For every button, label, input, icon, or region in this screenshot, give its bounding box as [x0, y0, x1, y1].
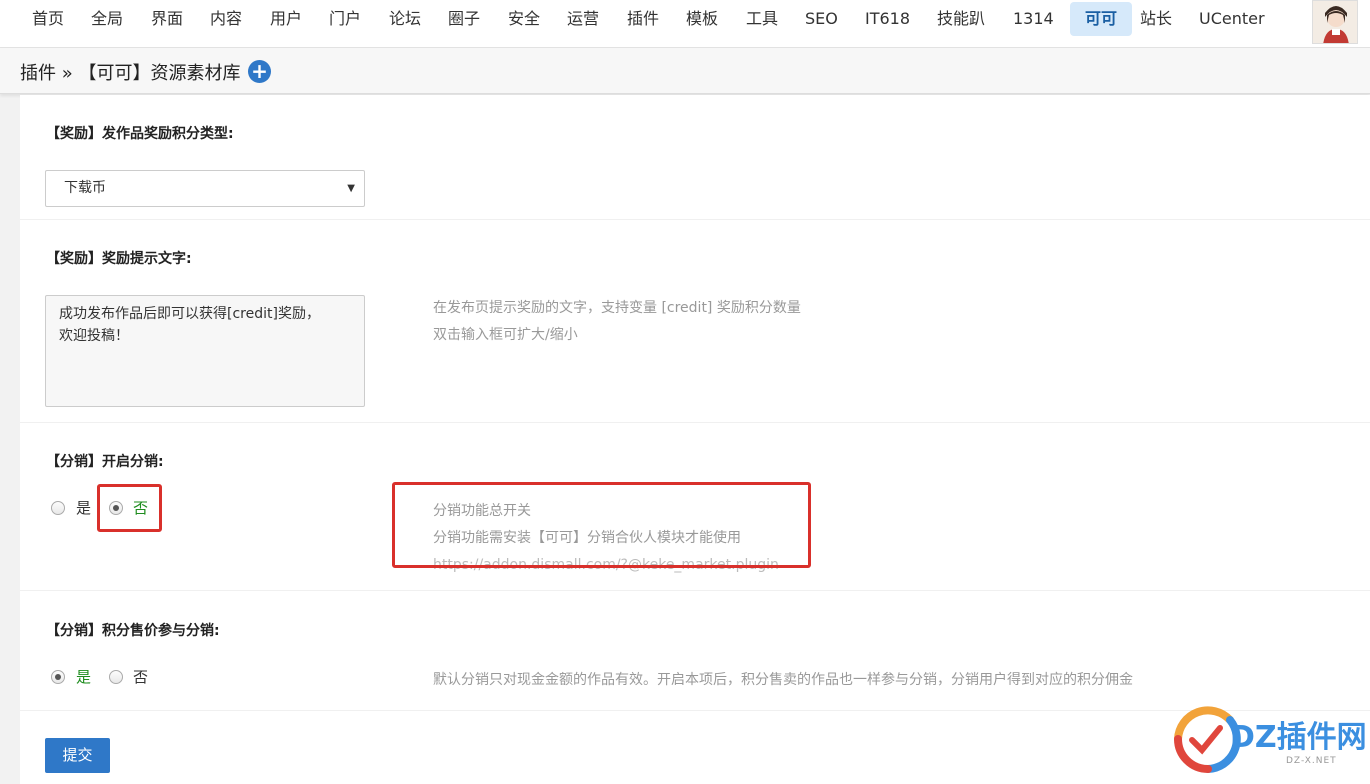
credit-distribution-no-label[interactable]: 否	[133, 666, 148, 687]
reward-type-title: 【奖励】发作品奖励积分类型:	[46, 126, 234, 142]
reward-text-hint-2: 双击输入框可扩大/缩小	[433, 327, 578, 343]
submit-button[interactable]: 提交	[45, 738, 110, 773]
settings-panel: 【奖励】发作品奖励积分类型: 下载币 ▼ 【奖励】奖励提示文字: 成功发布作品后…	[20, 95, 1370, 784]
nav-item-interface[interactable]: 界面	[141, 2, 193, 36]
highlight-box	[97, 484, 162, 532]
nav-item-content[interactable]: 内容	[200, 2, 252, 36]
chevron-down-icon: ▼	[347, 183, 355, 194]
nav-item-templates[interactable]: 模板	[676, 2, 728, 36]
nav-item-jinengpa[interactable]: 技能趴	[927, 2, 995, 36]
top-navigation: 首页 全局 界面 内容 用户 门户 论坛 圈子 安全 运营 插件 模板 工具 S…	[0, 0, 1370, 48]
nav-item-operations[interactable]: 运营	[557, 2, 609, 36]
reward-text-textarea[interactable]: 成功发布作品后即可以获得[credit]奖励， 欢迎投稿！	[45, 295, 365, 407]
nav-item-plugins[interactable]: 插件	[617, 2, 669, 36]
nav-item-circle[interactable]: 圈子	[438, 2, 490, 36]
credit-distribution-hint: 默认分销只对现金金额的作品有效。开启本项后，积分售卖的作品也一样参与分销，分销用…	[433, 672, 1133, 688]
avatar[interactable]	[1312, 0, 1358, 44]
nav-item-home[interactable]: 首页	[22, 2, 74, 36]
highlight-box	[392, 482, 811, 568]
reward-type-selected-value: 下载币	[64, 180, 106, 196]
watermark-url: DZ-X.NET	[1286, 756, 1337, 766]
credit-distribution-no-radio[interactable]	[109, 670, 123, 684]
nav-item-portal[interactable]: 门户	[319, 2, 371, 36]
reward-text-hint-1: 在发布页提示奖励的文字，支持变量 [credit] 奖励积分数量	[433, 300, 801, 316]
nav-item-forum[interactable]: 论坛	[379, 2, 431, 36]
nav-item-security[interactable]: 安全	[498, 2, 550, 36]
avatar-image	[1313, 1, 1357, 43]
breadcrumb: 插件 » 【可可】资源素材库	[20, 63, 241, 84]
reward-text-title: 【奖励】奖励提示文字:	[46, 251, 192, 267]
nav-item-global[interactable]: 全局	[81, 2, 133, 36]
nav-item-webmaster[interactable]: 站长	[1130, 2, 1182, 36]
nav-item-ucenter[interactable]: UCenter	[1189, 2, 1275, 36]
distribution-yes-radio[interactable]	[51, 501, 65, 515]
nav-item-1314[interactable]: 1314	[1003, 2, 1064, 36]
credit-distribution-title: 【分销】积分售价参与分销:	[46, 623, 220, 639]
nav-item-it618[interactable]: IT618	[855, 2, 920, 36]
breadcrumb-bar: 插件 » 【可可】资源素材库 +	[0, 48, 1370, 94]
divider	[20, 422, 1370, 423]
credit-distribution-yes-label[interactable]: 是	[76, 666, 91, 687]
watermark-logo: DZ插件网 DZ-X.NET	[1168, 694, 1367, 784]
divider	[20, 590, 1370, 591]
nav-item-seo[interactable]: SEO	[795, 2, 848, 36]
distribution-yes-label[interactable]: 是	[76, 497, 91, 518]
plus-circle-icon[interactable]: +	[248, 60, 271, 83]
reward-type-select[interactable]: 下载币 ▼	[45, 170, 365, 207]
distribution-title: 【分销】开启分销:	[46, 454, 164, 470]
divider	[20, 219, 1370, 220]
credit-distribution-yes-radio[interactable]	[51, 670, 65, 684]
nav-item-users[interactable]: 用户	[260, 2, 312, 36]
nav-item-tools[interactable]: 工具	[736, 2, 788, 36]
watermark-brand: DZ插件网	[1230, 720, 1367, 755]
nav-item-keke[interactable]: 可可	[1070, 2, 1133, 36]
